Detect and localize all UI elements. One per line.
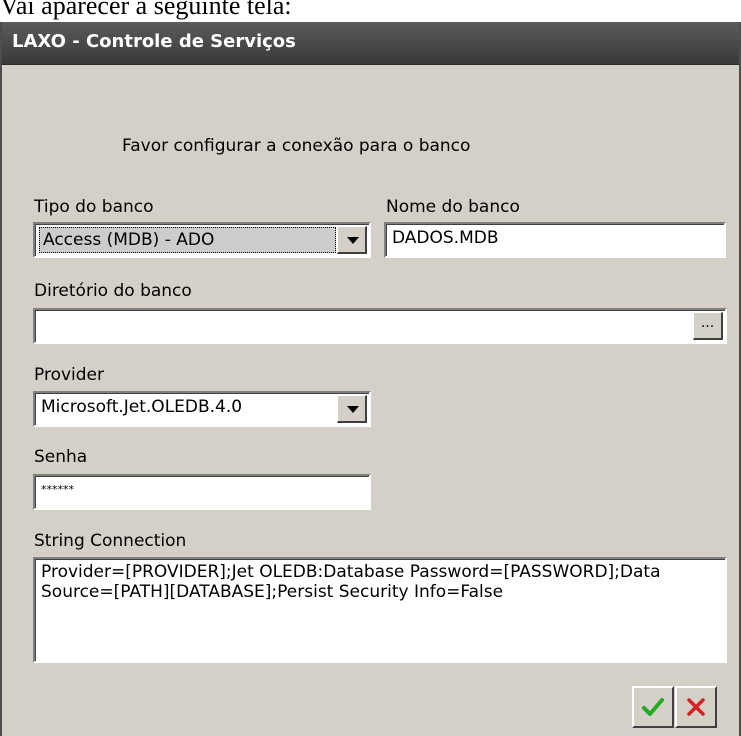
window-title: LAXO - Controle de Serviços — [12, 31, 296, 52]
diretorio-input[interactable]: ... — [33, 308, 727, 344]
tipo-combobox[interactable]: Access (MDB) - ADO — [33, 222, 371, 258]
provider-combobox[interactable]: Microsoft.Jet.OLEDB.4.0 — [33, 391, 371, 427]
tipo-value: Access (MDB) - ADO — [43, 230, 215, 250]
chevron-down-icon — [347, 237, 359, 244]
check-icon — [642, 698, 664, 716]
tipo-dropdown-button[interactable] — [337, 226, 367, 254]
diretorio-label: Diretório do banco — [34, 281, 192, 301]
nome-label: Nome do banco — [386, 197, 520, 217]
chevron-down-icon — [347, 406, 359, 413]
x-icon — [687, 698, 705, 716]
cancel-button[interactable] — [675, 686, 717, 728]
nome-input[interactable]: DADOS.MDB — [384, 222, 726, 258]
dialog-window: LAXO - Controle de Serviços Favor config… — [0, 22, 741, 736]
tipo-selected: Access (MDB) - ADO — [39, 227, 336, 253]
provider-label: Provider — [34, 365, 104, 385]
ok-button[interactable] — [632, 686, 674, 728]
senha-input[interactable]: ****** — [33, 474, 371, 510]
intro-text: Favor configurar a conexão para o banco — [122, 136, 471, 156]
senha-label: Senha — [34, 447, 88, 467]
tipo-label: Tipo do banco — [34, 197, 154, 217]
string-connection-textarea[interactable]: Provider=[PROVIDER];Jet OLEDB:Database P… — [33, 557, 727, 663]
provider-value: Microsoft.Jet.OLEDB.4.0 — [41, 397, 243, 417]
document-caption: Vai aparecer a seguinte tela: — [0, 0, 292, 20]
browse-button[interactable]: ... — [693, 312, 723, 340]
string-label: String Connection — [34, 531, 187, 551]
provider-dropdown-button[interactable] — [337, 395, 367, 423]
title-bar[interactable]: LAXO - Controle de Serviços — [2, 22, 739, 65]
